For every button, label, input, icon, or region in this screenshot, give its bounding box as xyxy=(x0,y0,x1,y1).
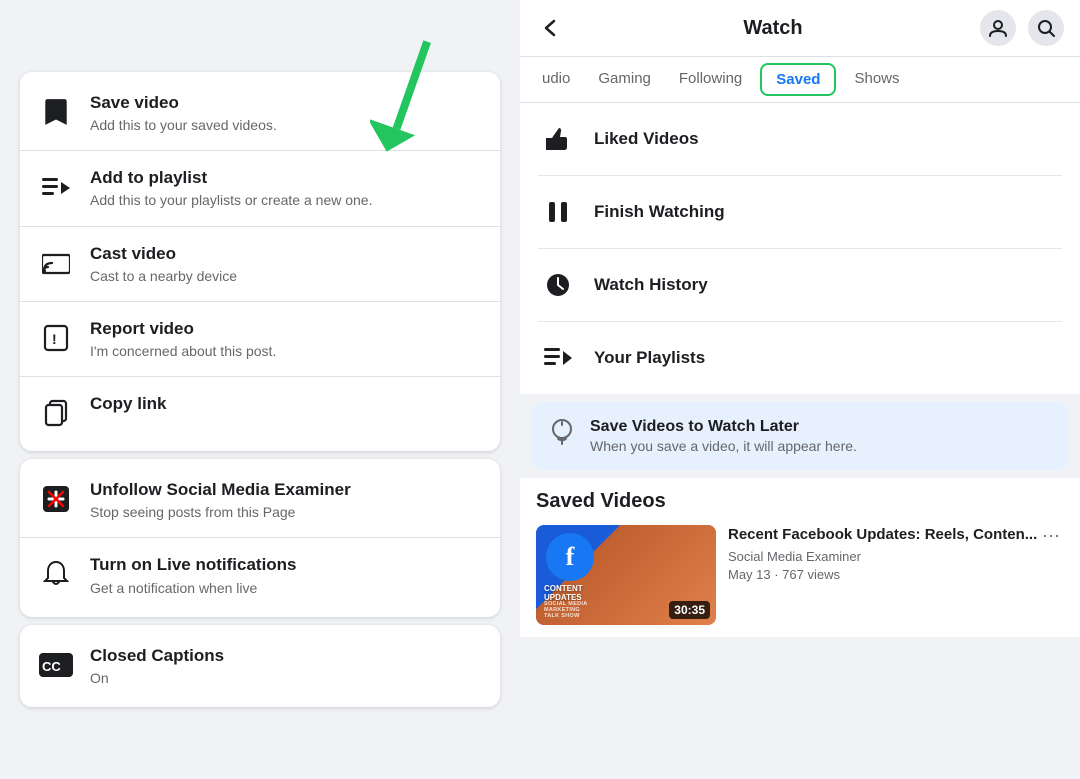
live-notifications-item[interactable]: Turn on Live notifications Get a notific… xyxy=(20,542,500,608)
unfollow-item[interactable]: Unfollow Social Media Examiner Stop seei… xyxy=(20,467,500,533)
bookmark-icon xyxy=(38,94,74,130)
unfollow-text: Unfollow Social Media Examiner Stop seei… xyxy=(90,479,351,521)
profile-button[interactable] xyxy=(980,10,1016,46)
info-box-text: Save Videos to Watch Later When you save… xyxy=(590,418,857,454)
video-info: Recent Facebook Updates: Reels, Conten..… xyxy=(728,525,1064,582)
your-playlists-label: Your Playlists xyxy=(594,348,705,368)
pause-icon xyxy=(538,192,578,232)
save-videos-info-box: Save Videos to Watch Later When you save… xyxy=(532,402,1068,470)
tab-shows[interactable]: Shows xyxy=(840,58,913,102)
video-title-row: Recent Facebook Updates: Reels, Conten..… xyxy=(728,525,1064,546)
info-box-title: Save Videos to Watch Later xyxy=(590,418,857,436)
closed-captions-text: Closed Captions On xyxy=(90,645,224,687)
watch-history-label: Watch History xyxy=(594,275,708,295)
bell-icon xyxy=(38,556,74,592)
video-title: Recent Facebook Updates: Reels, Conten..… xyxy=(728,525,1038,545)
watch-title: Watch xyxy=(578,17,968,40)
video-meta: May 13 · 767 views xyxy=(728,567,1064,582)
menu-card-main: Save video Add this to your saved videos… xyxy=(20,72,500,451)
live-notifications-title: Turn on Live notifications xyxy=(90,554,297,576)
tab-following[interactable]: Following xyxy=(665,58,756,102)
cast-video-item[interactable]: Cast video Cast to a nearby device xyxy=(20,231,500,297)
menu-card-cc: CC Closed Captions On xyxy=(20,625,500,707)
video-duration: 30:35 xyxy=(669,601,710,619)
cc-icon: CC xyxy=(38,647,74,683)
live-notifications-subtitle: Get a notification when live xyxy=(90,579,297,597)
save-video-subtitle: Add this to your saved videos. xyxy=(90,116,277,134)
video-card[interactable]: f CONTENT UPDATES SOCIAL MEDIAMARKETINGT… xyxy=(536,525,1064,625)
finish-watching-label: Finish Watching xyxy=(594,202,725,222)
menu-card-follow: Unfollow Social Media Examiner Stop seei… xyxy=(20,459,500,617)
report-video-title: Report video xyxy=(90,318,276,340)
cast-video-text: Cast video Cast to a nearby device xyxy=(90,243,237,285)
header-icons xyxy=(980,10,1064,46)
save-video-title: Save video xyxy=(90,92,277,114)
cast-video-subtitle: Cast to a nearby device xyxy=(90,267,237,285)
clock-icon xyxy=(538,265,578,305)
right-content: Liked Videos Finish Watching xyxy=(520,103,1080,779)
copy-link-item[interactable]: Copy link xyxy=(20,381,500,443)
report-video-subtitle: I'm concerned about this post. xyxy=(90,342,276,360)
liked-videos-item[interactable]: Liked Videos xyxy=(520,103,1080,175)
closed-captions-subtitle: On xyxy=(90,669,224,687)
search-button[interactable] xyxy=(1028,10,1064,46)
video-thumbnail: f CONTENT UPDATES SOCIAL MEDIAMARKETINGT… xyxy=(536,525,716,625)
closed-captions-item[interactable]: CC Closed Captions On xyxy=(20,633,500,699)
tab-audio[interactable]: udio xyxy=(528,58,584,102)
tab-gaming[interactable]: Gaming xyxy=(584,58,665,102)
divider xyxy=(20,150,500,151)
unfollow-title: Unfollow Social Media Examiner xyxy=(90,479,351,501)
thumbs-up-icon xyxy=(538,119,578,159)
right-panel: Watch udio Gaming Following xyxy=(520,0,1080,779)
info-box-subtitle: When you save a video, it will appear he… xyxy=(590,438,857,454)
svg-text:!: ! xyxy=(52,331,57,347)
tab-saved[interactable]: Saved xyxy=(760,63,836,96)
divider xyxy=(20,537,500,538)
add-to-playlist-subtitle: Add this to your playlists or create a n… xyxy=(90,191,372,209)
add-to-playlist-item[interactable]: Add to playlist Add this to your playlis… xyxy=(20,155,500,221)
unfollow-subtitle: Stop seeing posts from this Page xyxy=(90,503,351,521)
report-video-text: Report video I'm concerned about this po… xyxy=(90,318,276,360)
divider xyxy=(20,376,500,377)
video-channel: Social Media Examiner xyxy=(728,549,1064,564)
add-to-playlist-text: Add to playlist Add this to your playlis… xyxy=(90,167,372,209)
your-playlists-item[interactable]: Your Playlists xyxy=(520,322,1080,394)
saved-videos-section: Saved Videos f CONTENT UPDATES xyxy=(520,478,1080,637)
copy-link-text: Copy link xyxy=(90,393,167,415)
svg-text:CC: CC xyxy=(42,659,61,674)
unfollow-icon xyxy=(38,481,74,517)
tabs-row: udio Gaming Following Saved Shows xyxy=(520,57,1080,103)
cast-icon xyxy=(38,245,74,281)
cast-video-title: Cast video xyxy=(90,243,237,265)
video-more-button[interactable]: ··· xyxy=(1038,525,1064,546)
saved-videos-title: Saved Videos xyxy=(536,490,1064,513)
watch-history-item[interactable]: Watch History xyxy=(520,249,1080,321)
live-notifications-text: Turn on Live notifications Get a notific… xyxy=(90,554,297,596)
copy-link-title: Copy link xyxy=(90,393,167,415)
right-header: Watch xyxy=(520,0,1080,57)
divider xyxy=(20,301,500,302)
finish-watching-item[interactable]: Finish Watching xyxy=(520,176,1080,248)
divider xyxy=(20,226,500,227)
lightbulb-icon xyxy=(548,418,576,448)
add-to-playlist-title: Add to playlist xyxy=(90,167,372,189)
saved-section: Liked Videos Finish Watching xyxy=(520,103,1080,394)
report-video-item[interactable]: ! Report video I'm concerned about this … xyxy=(20,306,500,372)
playlist-add-icon xyxy=(38,169,74,205)
liked-videos-label: Liked Videos xyxy=(594,129,699,149)
report-icon: ! xyxy=(38,320,74,356)
left-panel: Save video Add this to your saved videos… xyxy=(0,0,520,779)
copy-link-icon xyxy=(38,395,74,431)
closed-captions-title: Closed Captions xyxy=(90,645,224,667)
playlist-icon xyxy=(538,338,578,378)
back-button[interactable] xyxy=(536,13,566,43)
save-video-text: Save video Add this to your saved videos… xyxy=(90,92,277,134)
